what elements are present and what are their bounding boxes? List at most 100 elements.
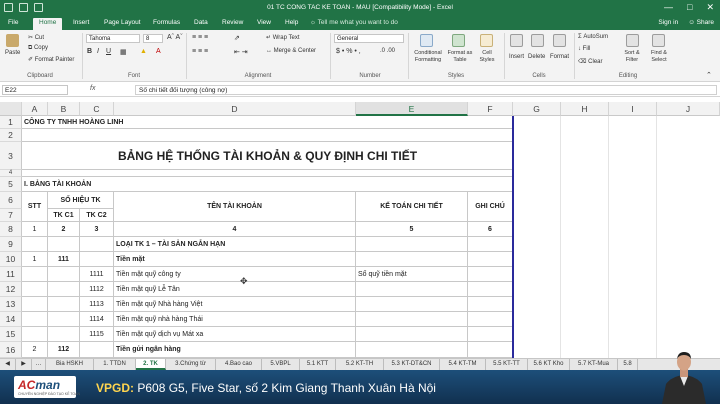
spreadsheet-grid[interactable]: A B C D E F G H I J 1 2 3 4 5 6 7 8 9 10… bbox=[0, 102, 720, 358]
header-ten-tai-khoan[interactable]: TÊN TÀI KHOẢN bbox=[114, 192, 356, 222]
account-category-cell[interactable]: LOẠI TK 1 – TÀI SẢN NGẮN HẠN bbox=[114, 237, 356, 252]
table-cell[interactable] bbox=[48, 282, 80, 297]
underline-icon[interactable]: U bbox=[106, 48, 111, 55]
table-cell[interactable] bbox=[22, 297, 48, 312]
table-cell[interactable] bbox=[22, 327, 48, 342]
section-heading-cell[interactable]: I. BẢNG TÀI KHOẢN bbox=[22, 177, 513, 192]
cut-button[interactable]: ✂ Cut bbox=[28, 34, 44, 41]
insert-cells-icon[interactable] bbox=[510, 34, 523, 47]
row-header[interactable]: 5 bbox=[0, 177, 22, 192]
autosum-button[interactable]: Σ AutoSum bbox=[578, 34, 608, 40]
insert-cells-button[interactable]: Insert bbox=[509, 54, 524, 60]
row-header[interactable]: 14 bbox=[0, 312, 22, 327]
column-header[interactable]: F bbox=[468, 102, 513, 116]
format-cells-icon[interactable] bbox=[553, 34, 566, 47]
minimize-icon[interactable]: — bbox=[664, 2, 673, 13]
table-cell[interactable] bbox=[356, 237, 468, 252]
row-header[interactable]: 7 bbox=[0, 209, 22, 222]
row-header[interactable]: 10 bbox=[0, 252, 22, 267]
tab-page-layout[interactable]: Page Layout bbox=[104, 19, 141, 26]
clear-button[interactable]: ⌫ Clear bbox=[578, 58, 603, 65]
find-select-button[interactable]: Find & Select bbox=[645, 50, 673, 64]
account-name-cell[interactable]: Tiền mặt quỹ nhà hàng Thái bbox=[114, 312, 356, 327]
row-header[interactable]: 12 bbox=[0, 282, 22, 297]
column-header[interactable]: B bbox=[48, 102, 80, 116]
column-header[interactable]: J bbox=[657, 102, 720, 116]
font-name-select[interactable]: Tahoma bbox=[86, 34, 140, 43]
table-cell[interactable] bbox=[468, 297, 513, 312]
column-header[interactable]: H bbox=[561, 102, 609, 116]
column-header[interactable]: E bbox=[356, 102, 468, 116]
align-left-icon[interactable]: ≡ ≡ ≡ bbox=[192, 48, 208, 55]
tab-file[interactable]: File bbox=[8, 19, 18, 26]
format-as-table-button[interactable]: Format as Table bbox=[446, 50, 474, 64]
index-cell[interactable]: 1 bbox=[22, 222, 48, 237]
row-header[interactable]: 2 bbox=[0, 129, 22, 142]
font-color-icon[interactable]: A bbox=[156, 48, 161, 55]
sheet-title-cell[interactable]: BẢNG HỆ THỐNG TÀI KHOẢN & QUY ĐỊNH CHI T… bbox=[22, 142, 513, 170]
paste-button[interactable]: Paste bbox=[5, 50, 20, 56]
tk-c2-cell[interactable]: 1113 bbox=[80, 297, 114, 312]
account-name-cell[interactable]: Tiền mặt quỹ dịch vụ Mát xa bbox=[114, 327, 356, 342]
row-header[interactable]: 16 bbox=[0, 342, 22, 358]
fill-color-icon[interactable]: ▲ bbox=[140, 48, 147, 55]
table-cell[interactable] bbox=[48, 297, 80, 312]
sheet-tab[interactable]: 3.Chứng từ bbox=[166, 359, 216, 370]
company-name-cell[interactable]: CÔNG TY TNHH HOÀNG LINH bbox=[22, 116, 513, 129]
sheet-tab[interactable]: 5.3 KT-DT&CN bbox=[384, 359, 440, 370]
tell-me-box[interactable]: ☼ Tell me what you want to do bbox=[310, 19, 398, 26]
sheet-tab[interactable]: Bia HSKH bbox=[46, 359, 94, 370]
sign-in-link[interactable]: Sign in bbox=[658, 19, 678, 26]
table-cell[interactable] bbox=[468, 342, 513, 358]
row-header[interactable]: 6 bbox=[0, 192, 22, 209]
table-cell[interactable] bbox=[356, 342, 468, 358]
delete-cells-icon[interactable] bbox=[531, 34, 544, 47]
tk-c2-cell[interactable]: 1114 bbox=[80, 312, 114, 327]
index-cell[interactable]: 5 bbox=[356, 222, 468, 237]
empty-row-cell[interactable] bbox=[22, 170, 513, 177]
delete-cells-button[interactable]: Delete bbox=[528, 54, 545, 60]
table-cell[interactable] bbox=[468, 267, 513, 282]
row-header[interactable]: 1 bbox=[0, 116, 22, 129]
header-so-hieu[interactable]: SỐ HIỆU TK bbox=[48, 192, 114, 209]
table-cell[interactable] bbox=[356, 282, 468, 297]
table-cell[interactable] bbox=[48, 327, 80, 342]
sheet-tab[interactable]: 5.1 KTT bbox=[300, 359, 336, 370]
align-top-icon[interactable]: ≡ ≡ ≡ bbox=[192, 34, 208, 41]
paste-icon[interactable] bbox=[6, 34, 19, 47]
table-cell[interactable] bbox=[356, 327, 468, 342]
conditional-formatting-button[interactable]: Conditional Formatting bbox=[410, 50, 446, 64]
table-cell[interactable] bbox=[48, 267, 80, 282]
indent-icon[interactable]: ⇤ ⇥ bbox=[234, 48, 248, 56]
tk-c1-cell[interactable]: 112 bbox=[48, 342, 80, 358]
row-header[interactable]: 13 bbox=[0, 297, 22, 312]
font-grow-icon[interactable]: Aˆ Aˇ bbox=[167, 34, 183, 41]
fx-icon[interactable]: fx bbox=[90, 85, 95, 92]
tab-review[interactable]: Review bbox=[222, 19, 243, 26]
column-header[interactable]: D bbox=[114, 102, 356, 116]
table-cell[interactable] bbox=[22, 267, 48, 282]
formula-input[interactable]: Số chi tiết đối tượng (công nợ) bbox=[135, 85, 717, 95]
table-cell[interactable] bbox=[22, 237, 48, 252]
table-cell[interactable] bbox=[468, 327, 513, 342]
index-cell[interactable]: 2 bbox=[48, 222, 80, 237]
column-header[interactable]: C bbox=[80, 102, 114, 116]
fill-button[interactable]: ↓ Fill bbox=[578, 46, 590, 52]
row-header[interactable]: 11 bbox=[0, 267, 22, 282]
tk-c2-cell[interactable]: 1111 bbox=[80, 267, 114, 282]
sheet-tab[interactable]: 5.4 KT-TM bbox=[440, 359, 486, 370]
account-name-cell[interactable]: Tiền mặt bbox=[114, 252, 356, 267]
tab-home[interactable]: Home bbox=[33, 18, 63, 30]
table-cell[interactable] bbox=[356, 312, 468, 327]
sheet-tab[interactable]: 5.6 KT Kho bbox=[528, 359, 570, 370]
column-header[interactable]: A bbox=[22, 102, 48, 116]
restore-icon[interactable]: □ bbox=[687, 2, 692, 13]
stt-cell[interactable]: 2 bbox=[22, 342, 48, 358]
table-cell[interactable] bbox=[356, 297, 468, 312]
index-cell[interactable]: 6 bbox=[468, 222, 513, 237]
table-cell[interactable] bbox=[80, 342, 114, 358]
account-name-cell[interactable]: Tiền mặt quỹ Nhà hàng Việt bbox=[114, 297, 356, 312]
stt-cell[interactable]: 1 bbox=[22, 252, 48, 267]
row-header[interactable]: 8 bbox=[0, 222, 22, 237]
select-all-corner[interactable] bbox=[0, 102, 22, 116]
